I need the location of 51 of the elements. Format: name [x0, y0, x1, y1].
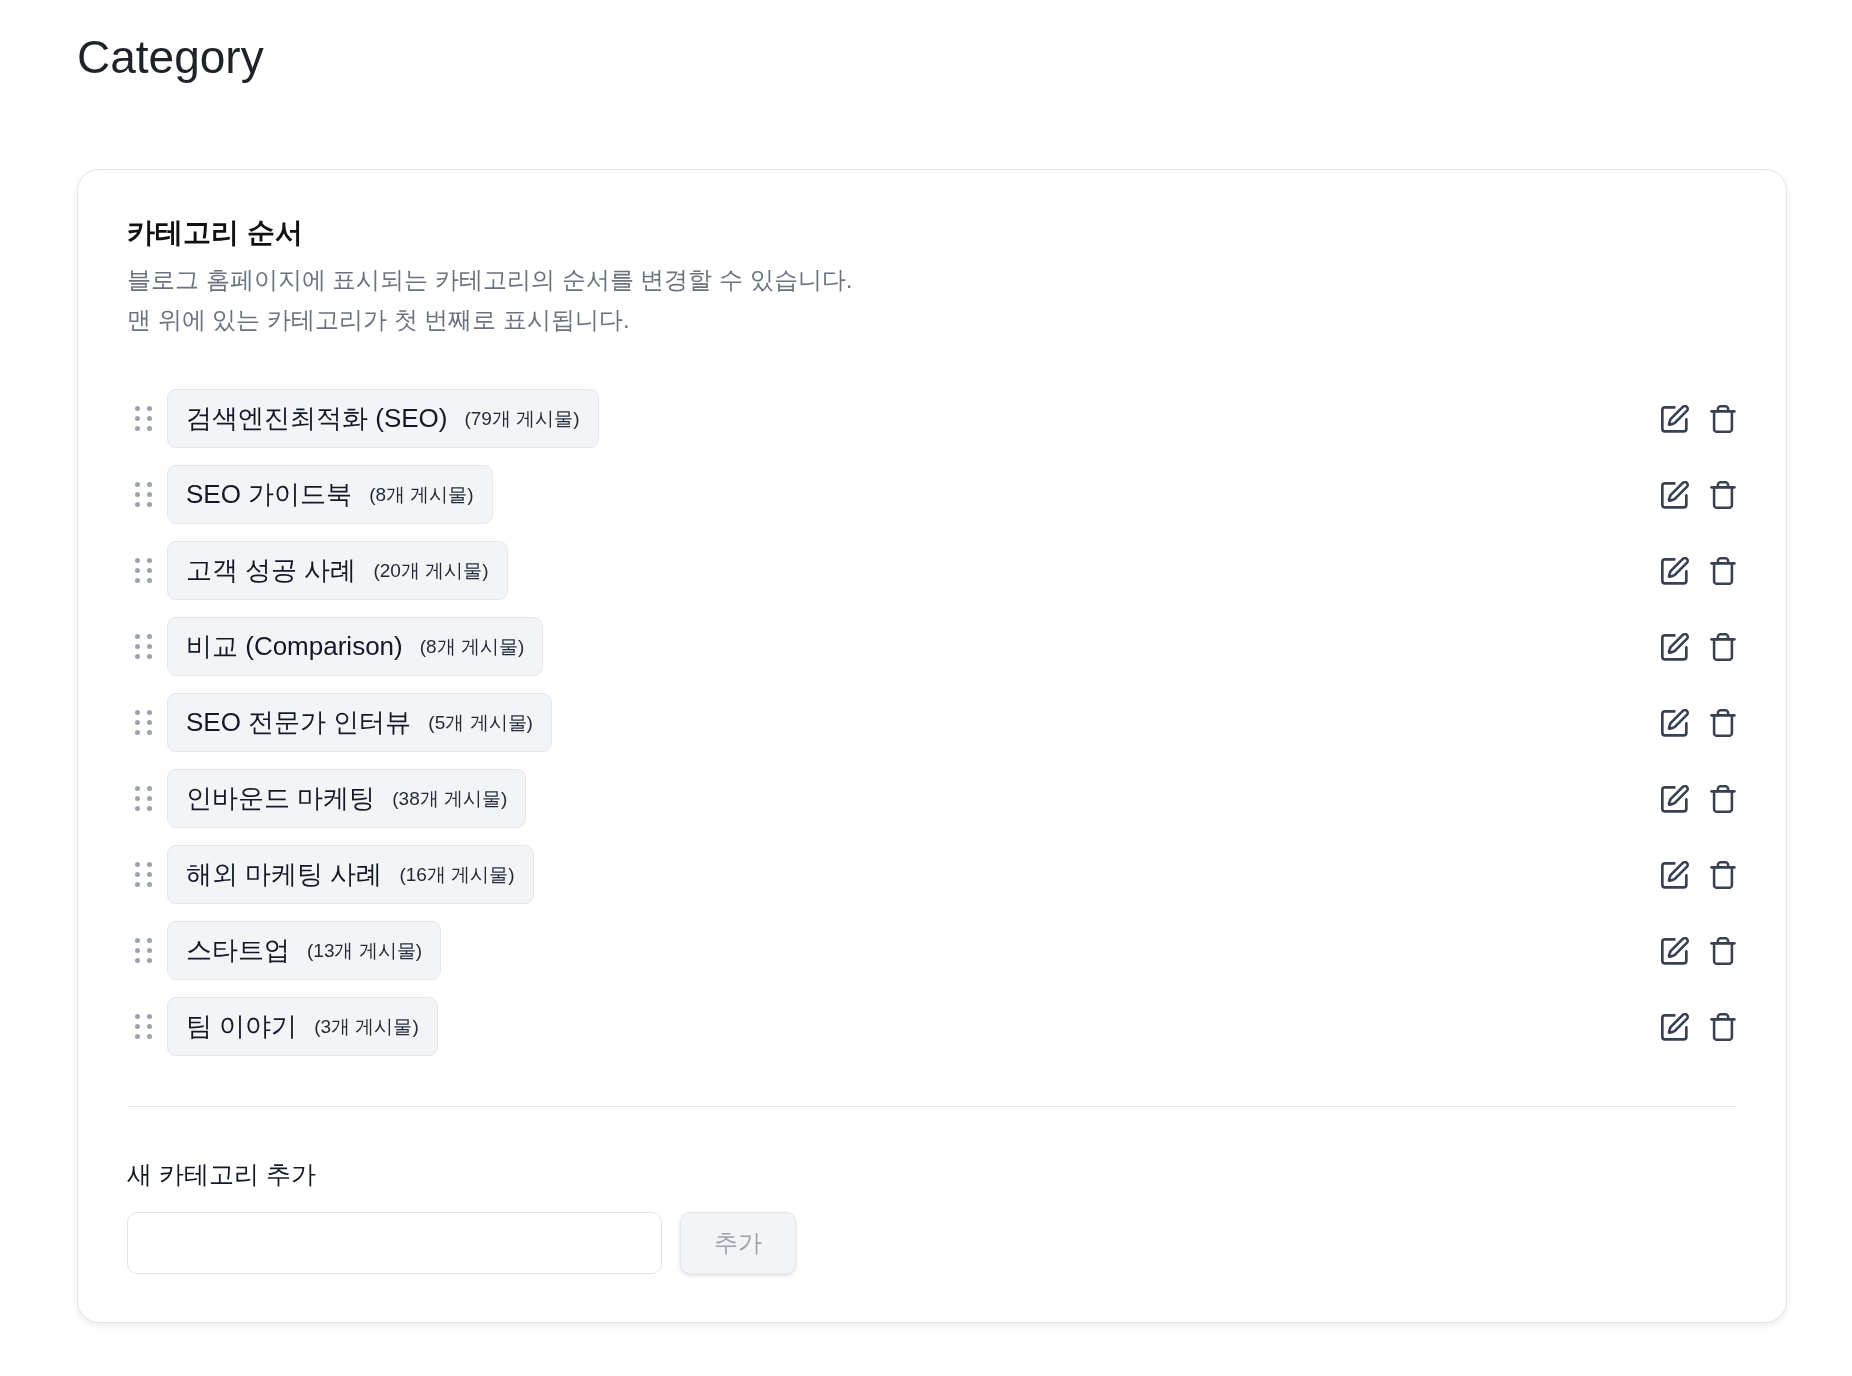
- category-name: 팀 이야기: [186, 1010, 298, 1043]
- page-title: Category: [77, 30, 265, 85]
- post-count: (8개 게시물): [369, 482, 474, 507]
- edit-icon[interactable]: [1661, 936, 1689, 965]
- post-count: (5개 게시물): [428, 710, 533, 735]
- delete-icon[interactable]: [1709, 784, 1737, 813]
- category-name-input[interactable]: [127, 1212, 662, 1274]
- drag-handle-icon[interactable]: [135, 1014, 152, 1039]
- delete-icon[interactable]: [1709, 936, 1737, 965]
- post-count: (8개 게시물): [419, 634, 525, 659]
- drag-handle-icon[interactable]: [135, 482, 152, 507]
- drag-handle-icon[interactable]: [135, 634, 152, 659]
- post-count: (13개 게시물): [307, 938, 423, 963]
- drag-handle-icon[interactable]: [135, 938, 152, 963]
- section-description: 맨 위에 있는 카테고리가 첫 번째로 표시됩니다.: [127, 305, 631, 335]
- post-count: (79개 게시물): [464, 406, 580, 431]
- add-category-label: 새 카테고리 추가: [127, 1159, 317, 1190]
- edit-icon[interactable]: [1661, 860, 1689, 889]
- edit-icon[interactable]: [1661, 556, 1689, 585]
- drag-handle-icon[interactable]: [135, 406, 152, 431]
- post-count: (38개 게시물): [392, 786, 508, 811]
- section-heading: 카테고리 순서: [127, 216, 304, 250]
- delete-icon[interactable]: [1709, 1012, 1737, 1041]
- category-name: 해외 마케팅 사례: [186, 858, 383, 891]
- edit-icon[interactable]: [1661, 404, 1689, 433]
- delete-icon[interactable]: [1709, 708, 1737, 737]
- edit-icon[interactable]: [1661, 632, 1689, 661]
- delete-icon[interactable]: [1709, 404, 1737, 433]
- section-description: 블로그 홈페이지에 표시되는 카테고리의 순서를 변경할 수 있습니다.: [127, 265, 854, 295]
- delete-icon[interactable]: [1709, 556, 1737, 585]
- category-name: 검색엔진최적화 (SEO): [186, 402, 448, 435]
- drag-handle-icon[interactable]: [135, 786, 152, 811]
- drag-handle-icon[interactable]: [135, 710, 152, 735]
- edit-icon[interactable]: [1661, 480, 1689, 509]
- edit-icon[interactable]: [1661, 708, 1689, 737]
- drag-handle-icon[interactable]: [135, 862, 152, 887]
- category-name: 고객 성공 사례: [186, 554, 357, 587]
- delete-icon[interactable]: [1709, 632, 1737, 661]
- category-name: SEO 전문가 인터뷰: [186, 706, 412, 739]
- category-name: SEO 가이드북: [186, 478, 353, 511]
- category-name: 비교 (Comparison): [186, 630, 403, 663]
- post-count: (3개 게시물): [314, 1014, 419, 1039]
- post-count: (20개 게시물): [373, 558, 489, 583]
- delete-icon[interactable]: [1709, 480, 1737, 509]
- drag-handle-icon[interactable]: [135, 558, 152, 583]
- delete-icon[interactable]: [1709, 860, 1737, 889]
- category-name: 인바운드 마케팅: [186, 782, 376, 815]
- edit-icon[interactable]: [1661, 1012, 1689, 1041]
- category-name: 스타트업: [186, 934, 290, 967]
- post-count: (16개 게시물): [399, 862, 515, 887]
- edit-icon[interactable]: [1661, 784, 1689, 813]
